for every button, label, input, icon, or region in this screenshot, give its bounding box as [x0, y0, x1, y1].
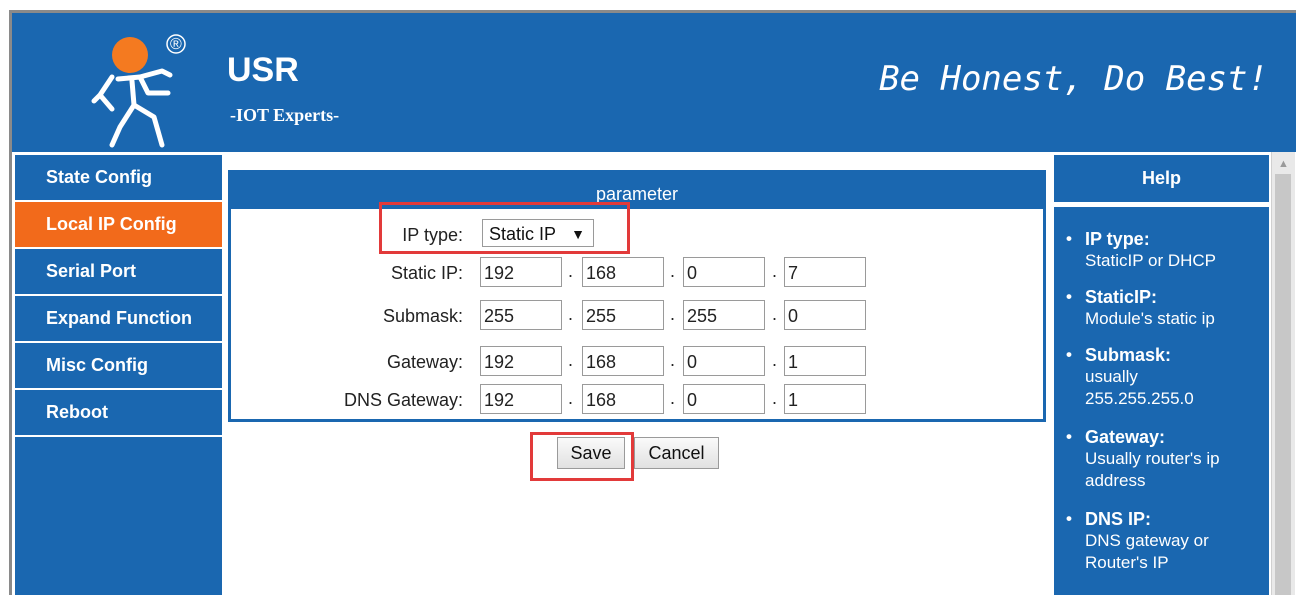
- dot-separator: .: [670, 304, 676, 324]
- dot-separator: .: [568, 304, 574, 324]
- submask-octet-3[interactable]: 255: [683, 300, 765, 330]
- help-title: Help: [1054, 155, 1269, 202]
- static-ip-octet-1[interactable]: 192: [480, 257, 562, 287]
- help-desc: Router's IP: [1085, 553, 1169, 572]
- vertical-scrollbar[interactable]: ▲: [1271, 152, 1295, 595]
- dot-separator: .: [568, 261, 574, 281]
- help-desc: 255.255.255.0: [1085, 389, 1194, 408]
- help-desc: usually: [1085, 367, 1138, 386]
- brand-subtitle: -IOT Experts-: [230, 105, 340, 125]
- sidebar-item-misc-config[interactable]: Misc Config: [15, 343, 222, 390]
- submask-octet-4[interactable]: 0: [784, 300, 866, 330]
- bullet-icon: •: [1066, 509, 1072, 528]
- usr-logo-icon: ®: [91, 34, 186, 148]
- dot-separator: .: [772, 304, 778, 324]
- static-ip-label: Static IP:: [390, 263, 463, 283]
- help-term: StaticIP:: [1085, 287, 1158, 307]
- help-desc: Module's static ip: [1085, 309, 1215, 328]
- gateway-label: Gateway:: [386, 352, 463, 372]
- header-banner: ® USR -IOT Experts- Be Honest, Do Best!: [12, 13, 1296, 152]
- dns-gateway-row: DNS Gateway: 192 . 168 . 0 . 1: [231, 384, 1043, 416]
- help-item-ip-type: • IP type: StaticIP or DHCP: [1066, 229, 1266, 272]
- help-term: DNS IP:: [1085, 509, 1152, 529]
- static-ip-octet-2[interactable]: 168: [582, 257, 664, 287]
- gateway-octet-4[interactable]: 1: [784, 346, 866, 376]
- dot-separator: .: [568, 388, 574, 408]
- dns-gateway-octet-1[interactable]: 192: [480, 384, 562, 414]
- dot-separator: .: [670, 261, 676, 281]
- gateway-octet-3[interactable]: 0: [683, 346, 765, 376]
- dns-gateway-octet-3[interactable]: 0: [683, 384, 765, 414]
- submask-label: Submask:: [382, 306, 463, 326]
- submask-row: Submask: 255 . 255 . 255 . 0: [231, 300, 1043, 332]
- dot-separator: .: [772, 350, 778, 370]
- static-ip-octet-4[interactable]: 7: [784, 257, 866, 287]
- sidebar-item-reboot[interactable]: Reboot: [15, 390, 222, 437]
- bullet-icon: •: [1066, 345, 1072, 364]
- static-ip-octet-3[interactable]: 0: [683, 257, 765, 287]
- sidebar-nav: State Config Local IP Config Serial Port…: [15, 155, 222, 595]
- dot-separator: .: [772, 261, 778, 281]
- submask-octet-1[interactable]: 255: [480, 300, 562, 330]
- help-desc: address: [1085, 471, 1146, 490]
- scrollbar-thumb[interactable]: [1275, 174, 1291, 595]
- dns-gateway-label: DNS Gateway:: [343, 390, 463, 410]
- help-item-dns-ip: • DNS IP: DNS gateway or Router's IP: [1066, 509, 1266, 574]
- top-margin: [0, 0, 1296, 10]
- help-desc: StaticIP or DHCP: [1085, 251, 1217, 270]
- submask-octet-2[interactable]: 255: [582, 300, 664, 330]
- parameter-panel: parameter IP type: Static IP ▼ Static IP…: [228, 170, 1046, 422]
- ip-type-highlight-box: [379, 202, 630, 254]
- help-item-submask: • Submask: usually 255.255.255.0: [1066, 345, 1266, 410]
- save-button[interactable]: Save: [557, 437, 625, 469]
- bullet-icon: •: [1066, 287, 1072, 306]
- gateway-row: Gateway: 192 . 168 . 0 . 1: [231, 346, 1043, 378]
- dns-gateway-octet-2[interactable]: 168: [582, 384, 664, 414]
- help-panel: • IP type: StaticIP or DHCP • StaticIP: …: [1054, 207, 1269, 595]
- dot-separator: .: [772, 388, 778, 408]
- dns-gateway-octet-4[interactable]: 1: [784, 384, 866, 414]
- sidebar-item-expand-function[interactable]: Expand Function: [15, 296, 222, 343]
- dot-separator: .: [670, 388, 676, 408]
- dot-separator: .: [670, 350, 676, 370]
- bullet-icon: •: [1066, 427, 1072, 446]
- panel-title: parameter: [231, 173, 1043, 209]
- cancel-button[interactable]: Cancel: [634, 437, 719, 469]
- help-item-staticip: • StaticIP: Module's static ip: [1066, 287, 1266, 330]
- sidebar-item-state-config[interactable]: State Config: [15, 155, 222, 202]
- registered-mark: ®: [170, 36, 182, 53]
- sidebar-item-local-ip-config[interactable]: Local IP Config: [15, 202, 222, 249]
- help-term: Gateway:: [1085, 427, 1166, 447]
- static-ip-row: Static IP: 192 . 168 . 0 . 7: [231, 257, 1043, 289]
- brand-name: USR: [227, 51, 299, 89]
- dot-separator: .: [568, 350, 574, 370]
- help-desc: Usually router's ip: [1085, 449, 1220, 468]
- help-term: Submask:: [1085, 345, 1172, 365]
- help-term: IP type:: [1085, 229, 1150, 249]
- gateway-octet-1[interactable]: 192: [480, 346, 562, 376]
- help-desc: DNS gateway or: [1085, 531, 1209, 550]
- gateway-octet-2[interactable]: 168: [582, 346, 664, 376]
- sidebar-item-serial-port[interactable]: Serial Port: [15, 249, 222, 296]
- slogan: Be Honest, Do Best!: [879, 59, 1268, 99]
- bullet-icon: •: [1066, 229, 1072, 248]
- ip-type-row: IP type: Static IP ▼: [231, 219, 1043, 251]
- help-item-gateway: • Gateway: Usually router's ip address: [1066, 427, 1266, 492]
